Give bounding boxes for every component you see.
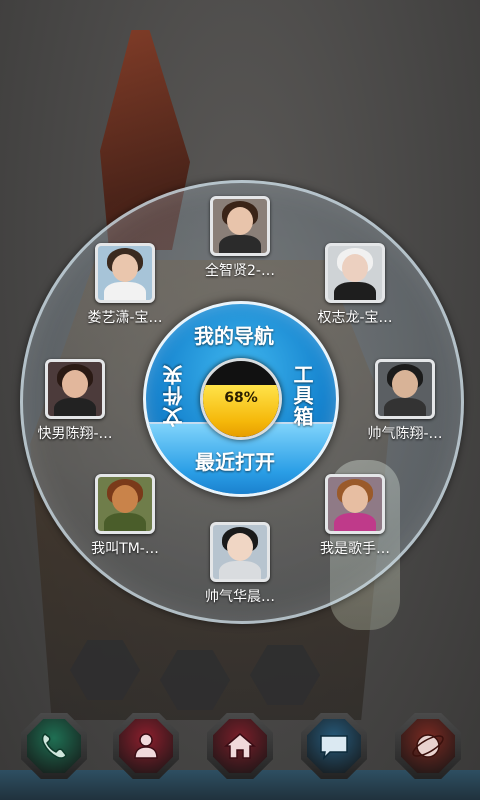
avatar	[95, 243, 155, 303]
battery-percent: 68%	[224, 390, 258, 406]
browser-dock-button[interactable]	[395, 713, 461, 779]
contact-name: 帅气陈翔-…	[367, 426, 443, 442]
contact-shortcut[interactable]: 娄艺潇-宝…	[75, 243, 175, 327]
contact-name: 帅气华晨…	[205, 589, 275, 605]
battery-gauge[interactable]: 68%	[200, 358, 282, 440]
contact-name: 全智贤2-…	[205, 263, 275, 279]
avatar	[210, 522, 270, 582]
contact-name: 我叫TM-…	[91, 541, 159, 557]
contact-shortcut[interactable]: 帅气华晨…	[190, 522, 290, 606]
folder-button[interactable]: 文件夹	[162, 364, 186, 427]
avatar	[210, 196, 270, 256]
phone-dock-button[interactable]	[21, 713, 87, 779]
message-dock-button[interactable]	[301, 713, 367, 779]
contact-name: 我是歌手…	[320, 541, 390, 557]
contact-shortcut[interactable]: 全智贤2-…	[190, 196, 290, 280]
contact-shortcut[interactable]: 权志龙-宝…	[305, 243, 405, 327]
contact-name: 快男陈翔-…	[37, 426, 113, 442]
contacts-icon	[134, 733, 158, 759]
contacts-dock-button[interactable]	[113, 713, 179, 779]
recently-opened-button[interactable]: 最近打开	[195, 452, 275, 472]
contact-name: 娄艺潇-宝…	[87, 310, 163, 326]
toolbox-button[interactable]: 工具箱	[290, 364, 314, 427]
browser-icon	[412, 734, 444, 758]
home-dock-button[interactable]	[207, 713, 273, 779]
contact-name: 权志龙-宝…	[317, 310, 393, 326]
avatar	[375, 359, 435, 419]
message-icon	[320, 735, 348, 761]
phone-icon	[41, 733, 67, 759]
my-navigation-button[interactable]: 我的导航	[194, 326, 274, 346]
avatar	[45, 359, 105, 419]
home-icon	[223, 733, 257, 759]
contact-shortcut[interactable]: 快男陈翔-…	[25, 359, 125, 443]
contact-shortcut[interactable]: 帅气陈翔-…	[355, 359, 455, 443]
avatar	[325, 243, 385, 303]
